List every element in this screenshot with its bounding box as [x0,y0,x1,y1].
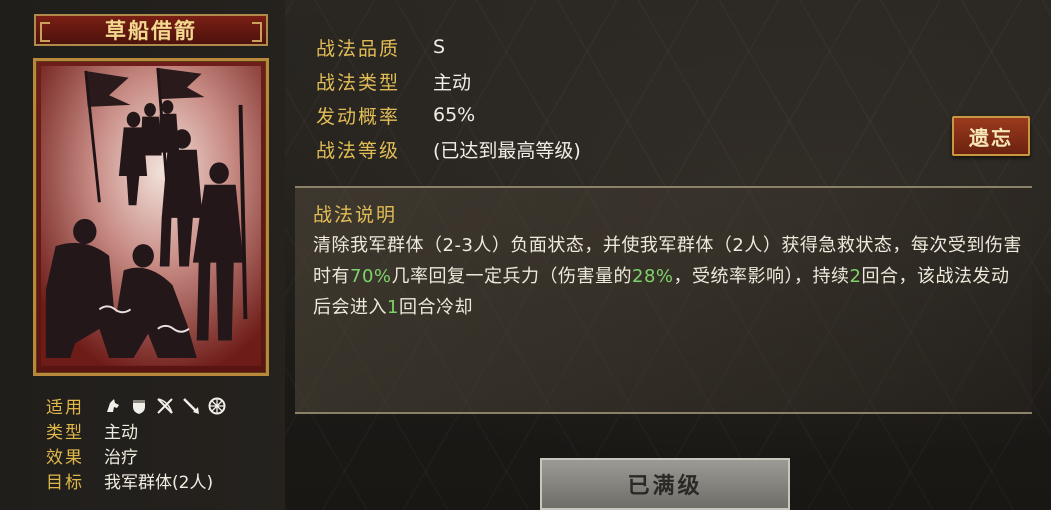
rate-row: 发动概率 65% [316,98,581,132]
skill-card[interactable] [33,58,269,376]
meta-effect-row: 效果 治疗 [46,443,276,468]
desc-recover-ratio: 28% [632,266,674,287]
desc-seg5: ，受统率影响），持续 [673,266,850,287]
description-text: 清除我军群体（2-3人）负面状态，并使我军群体（2人）获得急救状态，每次受到伤害… [313,230,1025,323]
skill-meta: 适用 类型 主动 效果 治疗 目标 我军群体(2人) [46,393,276,493]
max-level-button[interactable]: 已满级 [540,458,790,510]
cavalry-icon [104,397,122,415]
meta-target-row: 目标 我军群体(2人) [46,468,276,493]
spear-icon [182,397,200,415]
desc-duration: 2 [849,266,862,287]
desc-recover-chance: 70% [350,266,392,287]
left-panel: 草船借箭 适用 类型 主动 效果 治疗 目标 我军群体(2人) [0,0,285,510]
meta-effect-value: 治疗 [104,448,138,468]
level-label: 战法等级 [316,139,401,162]
meta-effect-label: 效果 [46,448,84,468]
meta-target-label: 目标 [46,473,84,493]
desc-cooldown: 1 [387,297,399,318]
quality-value: S [433,36,446,58]
meta-applicable-label: 适用 [46,398,84,418]
level-value: (已达到最高等级) [433,139,581,162]
skill-info: 战法品质 S 战法类型 主动 发动概率 65% 战法等级 (已达到最高等级) [316,30,581,166]
rate-label: 发动概率 [316,105,401,128]
level-row: 战法等级 (已达到最高等级) [316,132,581,166]
meta-type-label: 类型 [46,423,84,443]
quality-row: 战法品质 S [316,30,581,64]
bow-icon [156,397,174,415]
description-panel: 战法说明 清除我军群体（2-3人）负面状态，并使我军群体（2人）获得急救状态，每… [295,186,1032,414]
meta-type-row: 类型 主动 [46,418,276,443]
desc-seg3: 几率回复一定兵力（伤害量的 [391,266,633,287]
desc-seg9: 回合冷却 [398,297,473,318]
kind-value: 主动 [433,71,472,94]
wheel-icon [208,397,226,415]
forget-button[interactable]: 遗忘 [952,116,1030,156]
skill-illustration [41,66,261,366]
description-title: 战法说明 [313,204,398,226]
rate-value: 65% [433,104,476,126]
quality-label: 战法品质 [316,37,401,60]
meta-applicable-row: 适用 [46,393,276,418]
meta-target-value: 我军群体(2人) [104,473,214,493]
shield-icon [130,397,148,415]
skill-title: 草船借箭 [105,19,197,43]
skill-title-banner: 草船借箭 [34,14,268,46]
troop-type-icons [104,397,226,415]
kind-row: 战法类型 主动 [316,64,581,98]
meta-type-value: 主动 [104,423,138,443]
kind-label: 战法类型 [316,71,401,94]
